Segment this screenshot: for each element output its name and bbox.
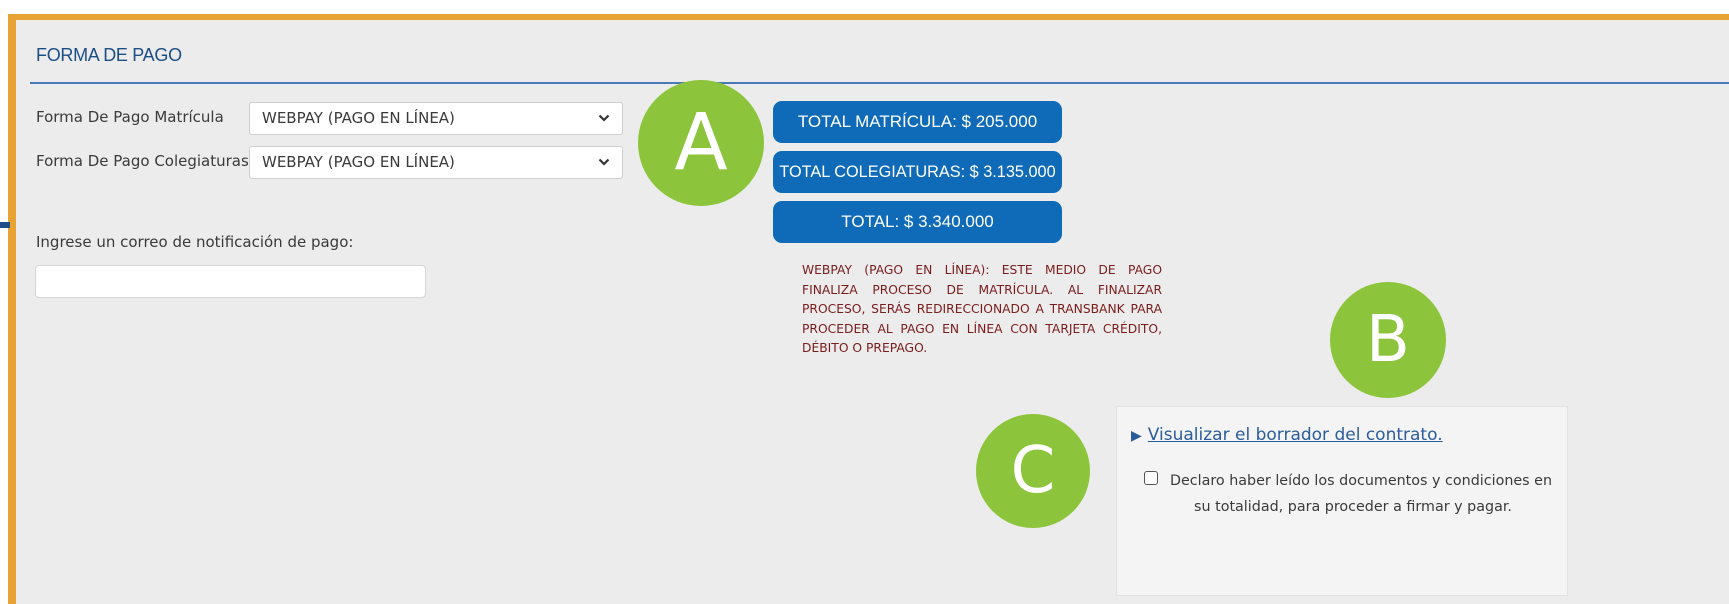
colegiaturas-payment-value: WEBPAY (PAGO EN LÍNEA): [262, 153, 455, 171]
declare-label: Declaro haber leído los documentos y con…: [1169, 473, 1553, 515]
annotation-marker-b: B: [1330, 282, 1446, 398]
colegiaturas-payment-select[interactable]: WEBPAY (PAGO EN LÍNEA): [249, 146, 623, 179]
total-matricula-badge: TOTAL MATRÍCULA: $ 205.000: [773, 101, 1062, 143]
matricula-payment-value: WEBPAY (PAGO EN LÍNEA): [262, 109, 455, 127]
chevron-down-icon: [598, 114, 610, 122]
email-label: Ingrese un correo de notificación de pag…: [36, 233, 354, 251]
annotation-marker-a: A: [638, 80, 764, 206]
view-contract-link[interactable]: ▶ Visualizar el borrador del contrato.: [1131, 425, 1443, 445]
total-badge: TOTAL: $ 3.340.000: [773, 201, 1062, 243]
webpay-notice: WEBPAY (PAGO EN LÍNEA): ESTE MEDIO DE PA…: [802, 263, 1162, 355]
left-edge-mark: [0, 222, 10, 228]
email-input[interactable]: [35, 265, 426, 298]
section-divider: [30, 82, 1729, 84]
section-title: FORMA DE PAGO: [36, 45, 182, 65]
contract-box: ▶ Visualizar el borrador del contrato. De…: [1116, 406, 1568, 596]
colegiaturas-payment-label: Forma De Pago Colegiaturas: [36, 152, 249, 170]
view-contract-link-text: Visualizar el borrador del contrato.: [1147, 425, 1443, 445]
matricula-payment-label: Forma De Pago Matrícula: [36, 108, 224, 126]
total-colegiaturas-badge: TOTAL COLEGIATURAS: $ 3.135.000: [773, 151, 1062, 193]
annotation-marker-c: C: [976, 414, 1090, 528]
matricula-payment-select[interactable]: WEBPAY (PAGO EN LÍNEA): [249, 102, 623, 135]
chevron-down-icon: [598, 158, 610, 166]
triangle-right-icon: ▶: [1131, 428, 1142, 444]
